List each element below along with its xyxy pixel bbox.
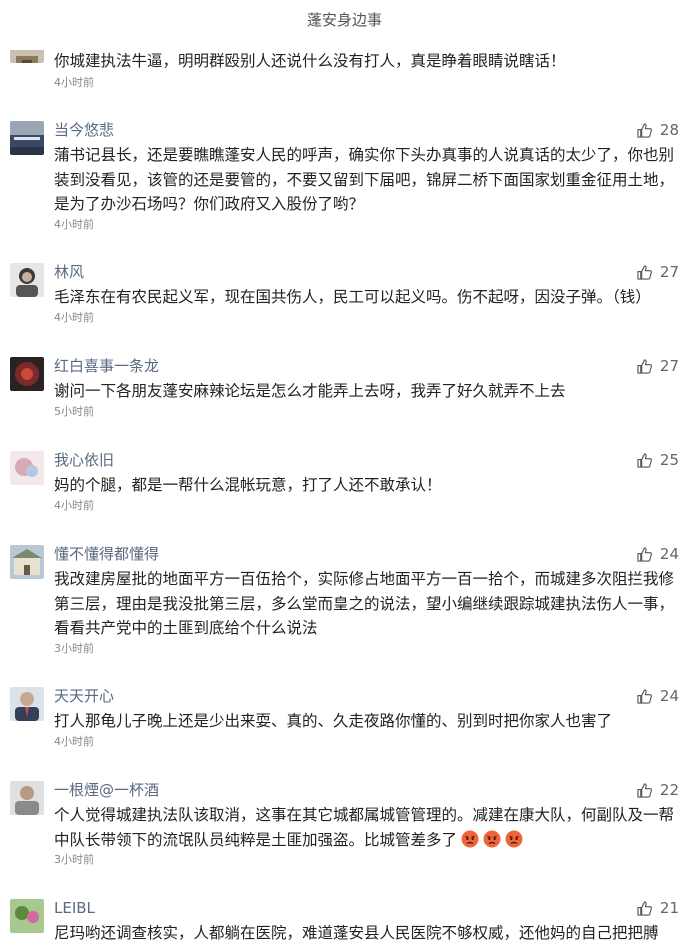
like-count: 28	[659, 121, 679, 139]
comment-text: 你城建执法牛逼，明明群殴别人还说什么没有打人，真是睁着眼睛说瞎话！	[54, 52, 566, 70]
comment-time: 4小时前	[54, 499, 94, 512]
comment-time: 3小时前	[54, 853, 94, 866]
comment-text: 打人那龟儿子晚上还是少出来耍、真的、久走夜路你懂的、别到时把你家人也害了	[54, 712, 613, 730]
comment-username[interactable]: 林风	[54, 261, 84, 283]
thumbs-up-icon	[637, 546, 652, 562]
like-count: 21	[659, 899, 679, 917]
comment-username[interactable]: 懂不懂得都懂得	[54, 543, 159, 565]
comment-text: 谢问一下各朋友蓬安麻辣论坛是怎么才能弄上去呀，我弄了好久就弄不上去	[54, 382, 566, 400]
avatar[interactable]	[10, 545, 44, 579]
like-count: 24	[659, 545, 679, 563]
thumbs-up-icon	[637, 452, 652, 468]
comment-username[interactable]: LEIBL	[54, 897, 95, 919]
comment-text: 我改建房屋批的地面平方一百伍拾个，实际修占地面平方一百一拾个，而城建多次阻拦我修…	[54, 570, 675, 637]
like-button[interactable]: 28	[637, 119, 679, 141]
avatar[interactable]	[10, 899, 44, 933]
like-count: 27	[659, 357, 679, 375]
angry-face-icon	[505, 830, 523, 847]
like-button[interactable]: 27	[637, 261, 679, 283]
like-count: 25	[659, 451, 679, 469]
angry-face-icon	[483, 830, 501, 847]
thumbs-up-icon	[637, 782, 652, 798]
like-button[interactable]: 24	[637, 685, 679, 707]
comment-text: 妈的个腿，都是一帮什么混帐玩意，打了人还不敢承认！	[54, 476, 442, 494]
comment-username[interactable]: 当今悠悲	[54, 119, 114, 141]
comment-text: 蒲书记县长，还是要瞧瞧蓬安人民的呼声，确实你下头办真事的人说真话的太少了，你也别…	[54, 146, 675, 213]
avatar[interactable]	[10, 263, 44, 297]
comment-time: 4小时前	[54, 735, 94, 748]
comment-username[interactable]: 一根煙@一杯酒	[54, 779, 159, 801]
comment-time: 4小时前	[54, 311, 94, 324]
like-count: 22	[659, 781, 679, 799]
like-count: 24	[659, 687, 679, 705]
avatar[interactable]	[10, 121, 44, 155]
like-button[interactable]: 22	[637, 779, 679, 801]
thumbs-up-icon	[637, 122, 652, 138]
thumbs-up-icon	[637, 358, 652, 374]
avatar[interactable]	[10, 43, 44, 63]
avatar[interactable]	[10, 451, 44, 485]
thumbs-up-icon	[637, 688, 652, 704]
avatar[interactable]	[10, 687, 44, 721]
comment-time: 4小时前	[54, 76, 94, 89]
comment-text-body: 个人觉得城建执法队该取消，这事在其它城都属城管管理的。减建在康大队，何副队及一帮…	[54, 806, 675, 849]
comment-username[interactable]: 天天开心	[54, 685, 114, 707]
like-button[interactable]: 27	[637, 355, 679, 377]
comment-list: 你城建执法牛逼，明明群殴别人还说什么没有打人，真是睁着眼睛说瞎话！ 4小时前 当…	[0, 0, 689, 942]
comment-text: 个人觉得城建执法队该取消，这事在其它城都属城管管理的。减建在康大队，何副队及一帮…	[54, 803, 679, 852]
avatar[interactable]	[10, 357, 44, 391]
comment-time: 4小时前	[54, 218, 94, 231]
like-button[interactable]: 25	[637, 449, 679, 471]
thumbs-up-icon	[637, 900, 652, 916]
comment-username[interactable]: 我心依旧	[54, 449, 114, 471]
like-count: 27	[659, 263, 679, 281]
comment-time: 3小时前	[54, 642, 94, 655]
comment-username[interactable]: 红白喜事一条龙	[54, 355, 159, 377]
like-button[interactable]: 21	[637, 897, 679, 919]
comment-text: 毛泽东在有农民起义军，现在国共伤人，民工可以起义吗。伤不起呀，因没子弹。（钱）	[54, 288, 651, 306]
angry-face-icon	[461, 830, 479, 847]
like-button[interactable]: 24	[637, 543, 679, 565]
comment-time: 5小时前	[54, 405, 94, 418]
thumbs-up-icon	[637, 264, 652, 280]
avatar[interactable]	[10, 781, 44, 815]
